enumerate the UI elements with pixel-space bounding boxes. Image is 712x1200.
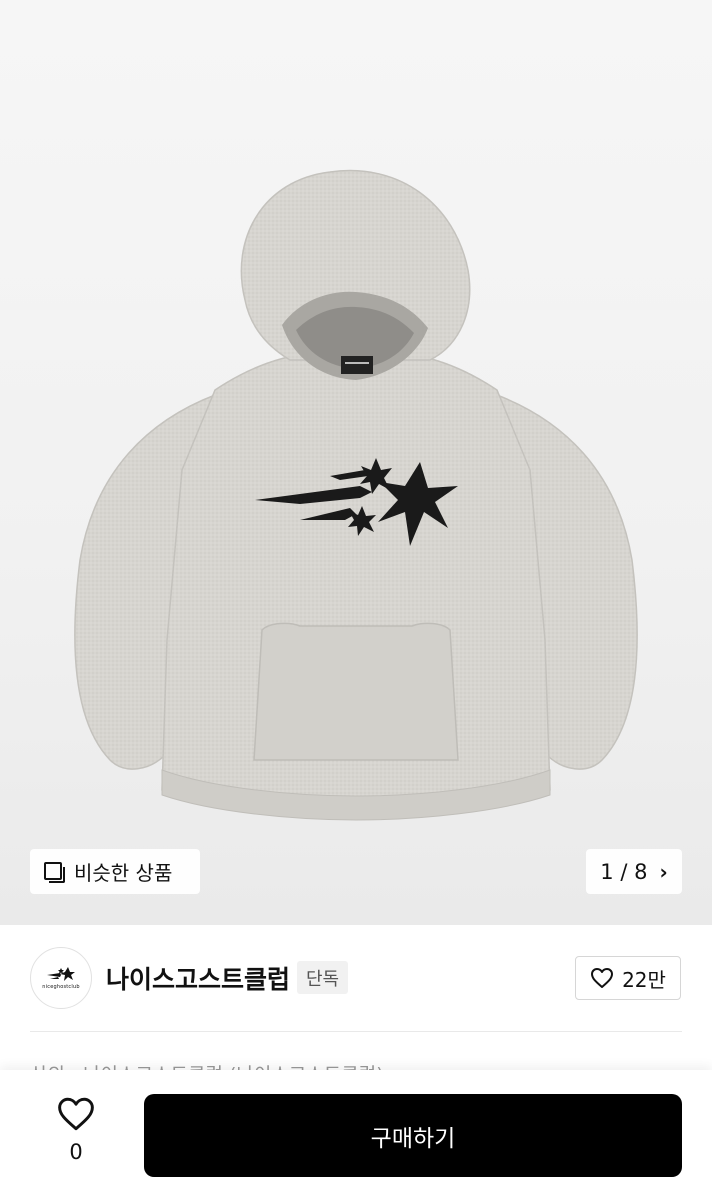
- brand-logo-mark: [47, 967, 75, 981]
- exclusive-badge: 단독: [297, 961, 349, 994]
- similar-products-label: 비슷한 상품: [74, 861, 173, 885]
- heart-outline-icon: [591, 968, 614, 988]
- wish-count: 0: [69, 1140, 83, 1164]
- brand-name[interactable]: 나이스고스트클럽: [106, 960, 290, 996]
- heart-outline-icon: [58, 1097, 94, 1131]
- image-pager[interactable]: 1 / 8 ›: [586, 849, 682, 894]
- hoodie-illustration: [74, 169, 638, 821]
- chevron-right-icon: ›: [659, 859, 668, 884]
- pager-text: 1 / 8: [600, 859, 648, 884]
- brand-like-button[interactable]: 22만: [575, 956, 681, 1000]
- divider: [30, 1031, 682, 1032]
- buy-button[interactable]: 구매하기: [144, 1094, 682, 1177]
- brand-logo-text: niceghostclub: [42, 984, 80, 990]
- similar-products-button[interactable]: 비슷한 상품: [30, 849, 200, 894]
- wish-button[interactable]: 0: [50, 1096, 102, 1176]
- brand-logo[interactable]: niceghostclub: [30, 947, 92, 1009]
- similar-products-icon: [44, 861, 65, 883]
- brand-like-count: 22만: [622, 967, 666, 992]
- product-image[interactable]: 비슷한 상품 1 / 8 ›: [0, 0, 712, 925]
